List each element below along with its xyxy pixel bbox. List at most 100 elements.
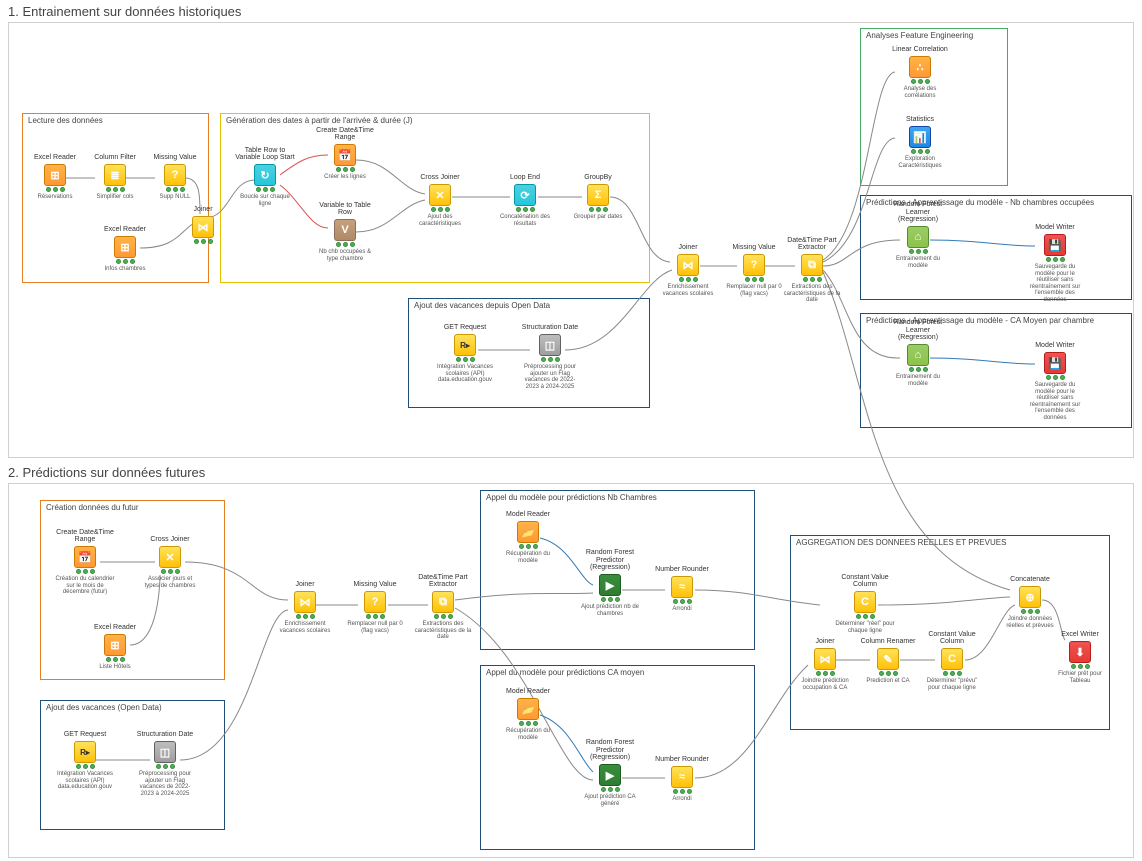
question-icon: ?	[164, 164, 186, 186]
node-create-datetime-2[interactable]: Create Date&Time Range 📅 Création du cal…	[55, 530, 115, 596]
node-caption: Ajout des caractéristiques	[410, 214, 470, 227]
rename-icon: ✎	[877, 648, 899, 670]
node-model-writer-1[interactable]: Model Writer 💾 Sauvegarde du modèle pour…	[1025, 218, 1085, 304]
node-caption: Arrondi	[652, 606, 712, 613]
calendar-icon: 📅	[334, 144, 356, 166]
node-caption: Enrichissement vacances scolaires	[275, 621, 335, 634]
node-excel-writer[interactable]: Excel Writer ⬇ Fichier prêt pour Tableau	[1050, 625, 1110, 684]
node-statistics[interactable]: Statistics 📊 Exploration Caractéristique…	[890, 110, 950, 169]
node-missing-value-1[interactable]: Missing Value ? Supp NULL	[145, 148, 205, 201]
node-dt-extractor-2[interactable]: Date&Time Part Extractor ⧉ Extractions d…	[413, 575, 473, 641]
excel-icon: ⊞	[114, 236, 136, 258]
node-caption: Infos chambres	[95, 266, 155, 273]
node-concatenate[interactable]: Concatenate ⊕ Joindre données réelles et…	[1000, 570, 1060, 629]
node-excel-reader-1[interactable]: Excel Reader ⊞ Réservations	[25, 148, 85, 201]
node-cross-joiner[interactable]: Cross Joiner ✕ Ajout des caractéristique…	[410, 168, 470, 227]
node-caption: Intégration Vacances scolaires (API) dat…	[435, 364, 495, 384]
node-title: Missing Value	[345, 575, 405, 589]
node-caption: Remplacer null par 0 (flag vacs)	[345, 621, 405, 634]
node-title: Excel Writer	[1050, 625, 1110, 639]
node-create-datetime[interactable]: Create Date&Time Range 📅 Créer les ligne…	[315, 128, 375, 181]
node-column-renamer[interactable]: Column Renamer ✎ Prediction et CA	[858, 632, 918, 685]
concat-icon: ⊕	[1019, 586, 1041, 608]
node-loop-start[interactable]: Table Row to Variable Loop Start ↻ Boucl…	[235, 148, 295, 207]
node-model-reader-1[interactable]: Model Reader 📂 Récupération du modèle	[498, 505, 558, 564]
save-icon: 💾	[1044, 352, 1066, 374]
node-cross-joiner-2[interactable]: Cross Joiner ✕ Associer jours et types d…	[140, 530, 200, 589]
stats-icon: 📊	[909, 126, 931, 148]
node-title: Structuration Date	[520, 318, 580, 332]
node-title: Joiner	[658, 238, 718, 252]
node-rf-predictor-1[interactable]: Random Forest Predictor (Regression) ▶ A…	[580, 558, 640, 617]
node-caption: Arrondi	[652, 796, 712, 803]
node-get-request-2[interactable]: GET Request R▸ Intégration Vacances scol…	[55, 725, 115, 791]
node-rf-learner-2[interactable]: Random Forest Learner (Regression) ⌂ Ent…	[888, 328, 948, 387]
node-title: Create Date&Time Range	[55, 530, 115, 544]
node-title: GroupBy	[568, 168, 628, 182]
node-caption: Grouper par dates	[568, 214, 628, 221]
node-column-filter[interactable]: Column Filter ≣ Simplifier cols	[85, 148, 145, 201]
node-excel-reader-3[interactable]: Excel Reader ⊞ Liste Hôtels	[85, 618, 145, 671]
save-icon: 💾	[1044, 234, 1066, 256]
node-title: Missing Value	[145, 148, 205, 162]
load-icon: 📂	[517, 698, 539, 720]
node-cvc-1[interactable]: Constant Value Column C Déterminer "réel…	[835, 575, 895, 634]
node-title: Random Forest Predictor (Regression)	[580, 748, 640, 762]
group-aggregation-title: AGGREGATION DES DONNEES REELLES ET PREVU…	[791, 536, 1109, 549]
node-caption: Créer les lignes	[315, 174, 375, 181]
node-title: Constant Value Column	[922, 632, 982, 646]
node-get-request-1[interactable]: GET Request R▸ Intégration Vacances scol…	[435, 318, 495, 384]
group-icon: Σ	[587, 184, 609, 206]
node-number-rounder-2[interactable]: Number Rounder ≈ Arrondi	[652, 750, 712, 803]
node-missing-value-3[interactable]: Missing Value ? Remplacer null par 0 (fl…	[345, 575, 405, 634]
node-rf-learner-1[interactable]: Random Forest Learner (Regression) ⌂ Ent…	[888, 210, 948, 269]
node-struct-date-2[interactable]: Structuration Date ◫ Préprocessing pour …	[135, 725, 195, 797]
node-joiner-2[interactable]: Joiner ⋈ Enrichissement vacances scolair…	[658, 238, 718, 297]
node-title: Excel Reader	[25, 148, 85, 162]
node-groupby[interactable]: GroupBy Σ Grouper par dates	[568, 168, 628, 221]
node-joiner-4[interactable]: Joiner ⋈ Joindre prédiction occupation &…	[795, 632, 855, 691]
tree-icon: ⌂	[907, 344, 929, 366]
node-loop-end[interactable]: Loop End ⟳ Concaténation des résultats	[495, 168, 555, 227]
node-title: Excel Reader	[85, 618, 145, 632]
excel-icon: ⊞	[104, 634, 126, 656]
predict-icon: ▶	[599, 574, 621, 596]
node-joiner-3[interactable]: Joiner ⋈ Enrichissement vacances scolair…	[275, 575, 335, 634]
metanode-icon: ◫	[539, 334, 561, 356]
node-title: Column Renamer	[858, 632, 918, 646]
node-caption: Préprocessing pour ajouter un Flag vacan…	[520, 364, 580, 390]
node-var-to-row[interactable]: Variable to Table Row V Nb chb occupées …	[315, 203, 375, 262]
node-title: Missing Value	[724, 238, 784, 252]
constant-icon: C	[941, 648, 963, 670]
node-excel-reader-2[interactable]: Excel Reader ⊞ Infos chambres	[95, 220, 155, 273]
node-title: Model Writer	[1025, 218, 1085, 232]
node-caption: Boucle sur chaque ligne	[235, 194, 295, 207]
node-model-writer-2[interactable]: Model Writer 💾 Sauvegarde du modèle pour…	[1025, 336, 1085, 422]
extract-icon: ⧉	[432, 591, 454, 613]
node-dt-extractor-1[interactable]: Date&Time Part Extractor ⧉ Extractions d…	[782, 238, 842, 304]
node-struct-date-1[interactable]: Structuration Date ◫ Préprocessing pour …	[520, 318, 580, 390]
node-title: Column Filter	[85, 148, 145, 162]
node-rf-predictor-2[interactable]: Random Forest Predictor (Regression) ▶ A…	[580, 748, 640, 807]
load-icon: 📂	[517, 521, 539, 543]
node-joiner-1[interactable]: Joiner ⋈	[173, 200, 233, 246]
calendar-icon: 📅	[74, 546, 96, 568]
node-caption: Réservations	[25, 194, 85, 201]
node-title: Joiner	[173, 200, 233, 214]
node-caption: Nb chb occupées & type chambre	[315, 249, 375, 262]
node-caption: Récupération du modèle	[498, 728, 558, 741]
excel-icon: ⊞	[44, 164, 66, 186]
group-ajoutvac2-title: Ajout des vacances (Open Data)	[41, 701, 224, 714]
node-model-reader-2[interactable]: Model Reader 📂 Récupération du modèle	[498, 682, 558, 741]
node-cvc-2[interactable]: Constant Value Column C Déterminer "prév…	[922, 632, 982, 691]
joiner-icon: ⋈	[814, 648, 836, 670]
constant-icon: C	[854, 591, 876, 613]
node-number-rounder-1[interactable]: Number Rounder ≈ Arrondi	[652, 560, 712, 613]
node-title: Loop End	[495, 168, 555, 182]
node-caption: Remplacer null par 0 (flag vacs)	[724, 284, 784, 297]
node-caption: Joindre prédiction occupation & CA	[795, 678, 855, 691]
node-caption: Associer jours et types de chambres	[140, 576, 200, 589]
node-missing-value-2[interactable]: Missing Value ? Remplacer null par 0 (fl…	[724, 238, 784, 297]
node-caption: Sauvegarde du modèle pour le réutiliser …	[1025, 264, 1085, 304]
node-linear-correlation[interactable]: Linear Correlation ∴ Analyse des corréla…	[890, 40, 950, 99]
